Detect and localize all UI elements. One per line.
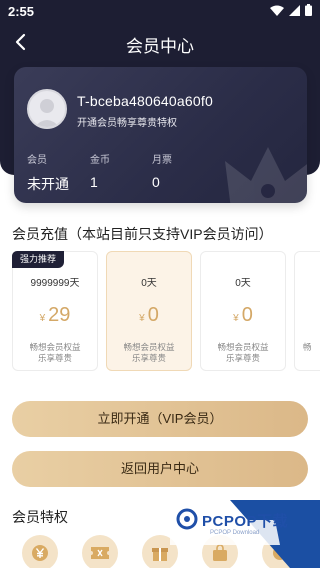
package-desc-line: 畅 — [303, 342, 312, 352]
package-days: 0天 — [141, 278, 157, 289]
package-card[interactable]: 0天 ¥0 畅想会员权益 乐享尊贵 — [106, 251, 192, 371]
page-title: 会员中心 — [126, 37, 194, 56]
recharge-title: 会员充值（本站目前只支持VIP会员访问） — [12, 226, 273, 242]
back-to-user-center-button[interactable]: 返回用户中心 — [12, 451, 308, 487]
package-desc: 畅 — [295, 342, 320, 353]
package-days: 9999999天 — [30, 278, 80, 289]
ticket-icon — [91, 547, 109, 559]
stat-label: 金币 — [90, 155, 110, 166]
watermark: PCPOP下载 PCPOP Download — [170, 500, 320, 568]
package-days: 0天 — [235, 278, 251, 289]
user-id: T-bceba480640a60f0 — [77, 93, 213, 109]
stat-label: 会员 — [27, 155, 47, 166]
gift-box-icon — [152, 548, 168, 561]
crown-icon — [225, 147, 307, 203]
avatar[interactable] — [27, 89, 67, 129]
watermark-text: PCPOP下载 — [202, 513, 289, 530]
recommend-badge: 强力推荐 — [12, 251, 65, 268]
member-card: T-bceba480640a60f0 开通会员畅享尊贵特权 会员 未开通 金币 … — [14, 67, 307, 203]
watermark-subtext: PCPOP Download — [210, 530, 260, 536]
price-value: 0 — [241, 304, 253, 326]
package-desc-line: 畅想会员权益 — [123, 342, 175, 352]
currency-symbol: ¥ — [139, 313, 145, 324]
stat-label: 月票 — [152, 155, 172, 166]
stat-membership: 会员 未开通 — [27, 151, 69, 194]
package-desc-line: 畅想会员权益 — [217, 342, 269, 352]
stat-value: 0 — [152, 174, 160, 190]
privilege-item[interactable] — [82, 535, 118, 568]
package-card[interactable]: 强力推荐 9999999天 ¥29 畅想会员权益 乐享尊贵 — [12, 251, 98, 371]
status-bar: 2:55 — [0, 0, 320, 22]
package-desc: 畅想会员权益 乐享尊贵 — [13, 342, 97, 364]
user-avatar-icon — [34, 99, 60, 127]
nav-bar: 会员中心 — [0, 24, 320, 60]
stat-value: 未开通 — [27, 176, 69, 192]
battery-icon — [305, 4, 312, 16]
price-value: 29 — [48, 304, 71, 326]
stat-monthly-tickets: 月票 0 — [152, 151, 172, 190]
yuan-coin-icon — [32, 545, 48, 561]
package-card[interactable]: 0天 ¥0 畅想会员权益 乐享尊贵 — [200, 251, 286, 371]
privileges-title: 会员特权 — [12, 509, 68, 525]
package-card[interactable]: 畅 — [294, 251, 320, 371]
status-icons — [270, 4, 312, 16]
privilege-item[interactable] — [22, 535, 58, 568]
package-list: 强力推荐 9999999天 ¥29 畅想会员权益 乐享尊贵 0天 ¥0 畅想会员权… — [12, 251, 320, 373]
package-desc-line: 乐享尊贵 — [131, 353, 166, 363]
currency-symbol: ¥ — [39, 313, 46, 324]
package-desc: 畅想会员权益 乐享尊贵 — [201, 342, 285, 364]
package-price: ¥29 — [13, 304, 97, 327]
status-time: 2:55 — [8, 4, 35, 19]
package-desc-line: 乐享尊贵 — [225, 353, 260, 363]
package-price: ¥0 — [107, 304, 191, 327]
card-subtitle: 开通会员畅享尊贵特权 — [77, 118, 177, 129]
package-desc-line: 乐享尊贵 — [37, 353, 72, 363]
package-desc: 畅想会员权益 乐享尊贵 — [107, 342, 191, 364]
wifi-icon — [270, 5, 284, 16]
package-desc-line: 畅想会员权益 — [29, 342, 81, 352]
stat-value: 1 — [90, 174, 98, 190]
activate-vip-button[interactable]: 立即开通（VIP会员） — [12, 401, 308, 437]
currency-symbol: ¥ — [233, 313, 239, 324]
pcpop-logo-icon — [176, 508, 198, 530]
stat-coins: 金币 1 — [90, 151, 110, 190]
package-price: ¥0 — [201, 304, 285, 327]
signal-icon — [289, 4, 300, 16]
price-value: 0 — [147, 304, 159, 326]
